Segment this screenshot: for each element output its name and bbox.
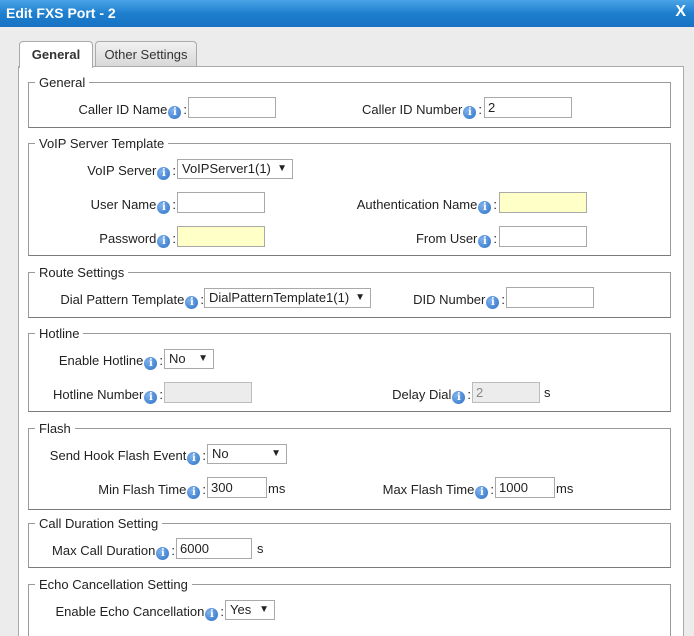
caller-id-number-input[interactable] [484, 97, 572, 118]
echo-legend: Echo Cancellation Setting [39, 577, 188, 592]
info-icon[interactable]: i [157, 201, 171, 214]
general-legend: General [39, 75, 86, 90]
from-user-input[interactable] [499, 226, 587, 247]
info-icon[interactable]: i [452, 391, 466, 404]
max-flash-time-label: Max Flash Time i: [382, 482, 494, 499]
enable-hotline-select[interactable]: No ▼ [164, 349, 214, 369]
password-input[interactable] [177, 226, 265, 247]
route-legend: Route Settings [39, 265, 125, 280]
info-icon[interactable]: i [478, 201, 492, 214]
user-name-input[interactable] [177, 192, 265, 213]
tab-other-settings[interactable]: Other Settings [95, 41, 197, 67]
from-user-label: From User i: [415, 231, 497, 248]
info-icon[interactable]: i [144, 357, 158, 370]
enable-echo-cancellation-label: Enable Echo Cancellation i: [55, 604, 224, 621]
dial-pattern-template-label: Dial Pattern Template i: [60, 292, 204, 309]
info-icon[interactable]: i [157, 235, 171, 248]
info-icon[interactable]: i [187, 452, 201, 465]
max-call-duration-label: Max Call Duration i: [52, 543, 175, 560]
dialog-title: Edit FXS Port - 2 [6, 5, 116, 21]
info-icon[interactable]: i [156, 547, 170, 560]
max-flash-time-unit: ms [556, 481, 574, 496]
voip-server-label: VoIP Server i: [87, 163, 176, 180]
caller-id-name-input[interactable] [188, 97, 276, 118]
info-icon[interactable]: i [486, 296, 500, 309]
info-icon[interactable]: i [144, 391, 158, 404]
tab-general[interactable]: General [19, 41, 93, 68]
did-number-input[interactable] [506, 287, 594, 308]
delay-dial-unit: s [544, 385, 551, 400]
min-flash-time-unit: ms [268, 481, 286, 496]
flash-legend: Flash [39, 421, 71, 436]
did-number-label: DID Number i: [413, 292, 505, 309]
password-label: Password i: [99, 231, 176, 248]
dropdown-arrow-icon: ▼ [277, 163, 287, 174]
info-icon[interactable]: i [157, 167, 171, 180]
info-icon[interactable]: i [168, 106, 182, 119]
send-hook-flash-event-select[interactable]: No ▼ [207, 444, 287, 464]
info-icon[interactable]: i [478, 235, 492, 248]
dropdown-arrow-icon: ▼ [198, 353, 208, 364]
info-icon[interactable]: i [185, 296, 199, 309]
hotline-legend: Hotline [39, 326, 80, 341]
dropdown-arrow-icon: ▼ [259, 604, 269, 615]
close-button[interactable]: X [675, 3, 686, 21]
caller-id-number-label: Caller ID Number i: [361, 102, 482, 119]
dial-pattern-template-select[interactable]: DialPatternTemplate1(1) ▼ [204, 288, 371, 308]
max-flash-time-input[interactable] [495, 477, 555, 498]
call-duration-legend: Call Duration Setting [39, 516, 159, 531]
enable-echo-cancellation-select[interactable]: Yes ▼ [225, 600, 275, 620]
dialog-titlebar: Edit FXS Port - 2 X [0, 0, 694, 27]
user-name-label: User Name i: [90, 197, 176, 214]
authentication-name-input[interactable] [499, 192, 587, 213]
max-call-duration-unit: s [257, 541, 264, 556]
info-icon[interactable]: i [205, 608, 219, 621]
info-icon[interactable]: i [475, 486, 489, 499]
enable-hotline-label: Enable Hotline i: [58, 353, 163, 370]
min-flash-time-label: Min Flash Time i: [98, 482, 206, 499]
info-icon[interactable]: i [463, 106, 477, 119]
max-call-duration-input[interactable] [176, 538, 252, 559]
edit-fxs-port-dialog: Edit FXS Port - 2 X General Other Settin… [0, 0, 694, 636]
voip-server-select[interactable]: VoIPServer1(1) ▼ [177, 159, 293, 179]
info-icon[interactable]: i [187, 486, 201, 499]
delay-dial-label: Delay Dial i: [392, 387, 471, 404]
hotline-number-label: Hotline Number i: [53, 387, 163, 404]
authentication-name-label: Authentication Name i: [356, 197, 497, 214]
min-flash-time-input[interactable] [207, 477, 267, 498]
call-duration-section: Call Duration Setting [28, 516, 671, 568]
send-hook-flash-event-label: Send Hook Flash Event i: [49, 448, 206, 465]
dropdown-arrow-icon: ▼ [271, 448, 281, 459]
voip-legend: VoIP Server Template [39, 136, 165, 151]
dropdown-arrow-icon: ▼ [355, 292, 365, 303]
caller-id-name-label: Caller ID Name i: [78, 102, 187, 119]
hotline-number-input[interactable] [164, 382, 252, 403]
delay-dial-input[interactable] [472, 382, 540, 403]
